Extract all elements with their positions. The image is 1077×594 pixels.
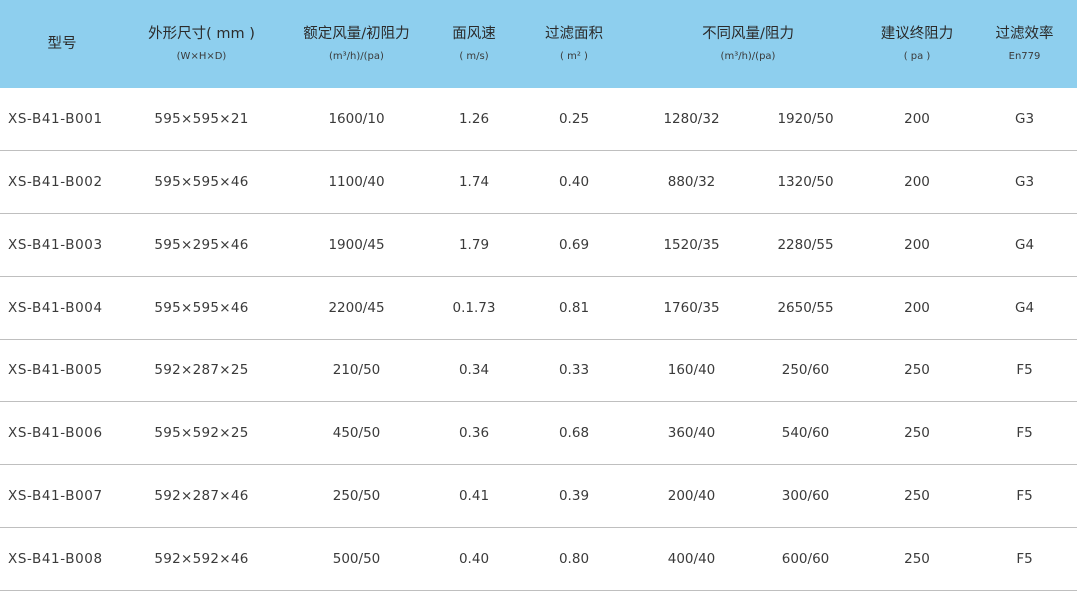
table-row: XS-B41-B001 595×595×21 1600/10 1.26 0.25 1280… — [0, 88, 1077, 151]
cell-efficiency: G3 — [1014, 111, 1035, 128]
header-efficiency: 过滤效率 En779 — [995, 26, 1054, 62]
cell-final-resistance: 250 — [904, 425, 930, 442]
cell-face-velocity: 0.34 — [458, 362, 490, 379]
cell-airflow-resistance-2: 600/60 — [781, 550, 830, 567]
table-row: XS-B41-B007 592×287×46 250/50 0.41 0.39 200/4… — [0, 465, 1077, 528]
cell-filter-area: 0.81 — [558, 299, 590, 316]
cell-filter-area: 0.25 — [558, 111, 590, 128]
cell-size: 595×592×25 — [154, 425, 249, 442]
cell-efficiency: F5 — [1016, 425, 1033, 442]
cell-airflow-resistance-1: 160/40 — [667, 362, 716, 379]
cell-face-velocity: 0.1.73 — [452, 299, 496, 316]
header-final-resistance: 建议终阻力 ( pa ) — [880, 26, 954, 62]
cell-face-velocity: 0.36 — [458, 425, 490, 442]
table-row: XS-B41-B002 595×595×46 1100/40 1.74 0.40 880/… — [0, 151, 1077, 214]
cell-rated-airflow: 1900/45 — [328, 236, 385, 253]
cell-efficiency: F5 — [1016, 550, 1033, 567]
cell-filter-area: 0.68 — [558, 425, 590, 442]
cell-filter-area: 0.40 — [558, 174, 590, 191]
cell-rated-airflow: 2200/45 — [328, 299, 385, 316]
header-face-velocity: 面风速 ( m/s) — [452, 26, 496, 62]
cell-final-resistance: 200 — [904, 299, 930, 316]
cell-final-resistance: 250 — [904, 487, 930, 504]
header-size: 外形尺寸( mm ) (W×H×D) — [148, 26, 255, 62]
cell-airflow-resistance-2: 2650/55 — [777, 299, 834, 316]
table-row: XS-B41-B006 595×592×25 450/50 0.36 0.68 360/4… — [0, 402, 1077, 465]
table-row: XS-B41-B003 595×295×46 1900/45 1.79 0.69 1520… — [0, 214, 1077, 277]
cell-efficiency: F5 — [1016, 487, 1033, 504]
header-model: 型号 — [47, 36, 77, 52]
cell-final-resistance: 200 — [904, 236, 930, 253]
cell-size: 595×595×21 — [154, 111, 249, 128]
table-body: XS-B41-B001 595×595×21 1600/10 1.26 0.25 1280… — [0, 88, 1077, 590]
cell-model: XS-B41-B001 — [8, 111, 103, 128]
cell-size: 592×592×46 — [154, 550, 249, 567]
table-row: XS-B41-B008 592×592×46 500/50 0.40 0.80 400/4… — [0, 527, 1077, 590]
cell-face-velocity: 1.26 — [458, 111, 490, 128]
cell-size: 595×595×46 — [154, 299, 249, 316]
cell-model: XS-B41-B003 — [8, 236, 103, 253]
cell-final-resistance: 250 — [904, 362, 930, 379]
cell-filter-area: 0.39 — [558, 487, 590, 504]
cell-model: XS-B41-B005 — [8, 362, 103, 379]
cell-rated-airflow: 1600/10 — [328, 111, 385, 128]
cell-model: XS-B41-B006 — [8, 425, 103, 442]
cell-airflow-resistance-2: 250/60 — [781, 362, 830, 379]
cell-airflow-resistance-1: 1760/35 — [663, 299, 720, 316]
cell-size: 595×295×46 — [154, 236, 249, 253]
cell-airflow-resistance-1: 400/40 — [667, 550, 716, 567]
cell-size: 592×287×25 — [154, 362, 249, 379]
cell-airflow-resistance-1: 360/40 — [667, 425, 716, 442]
cell-airflow-resistance-1: 1520/35 — [663, 236, 720, 253]
cell-model: XS-B41-B002 — [8, 174, 103, 191]
cell-face-velocity: 0.40 — [458, 550, 490, 567]
cell-face-velocity: 1.74 — [458, 174, 490, 191]
cell-rated-airflow: 450/50 — [332, 425, 381, 442]
header-different-airflow: 不同风量/阻力 (m³/h)/(pa) — [702, 26, 794, 62]
cell-efficiency: G4 — [1014, 299, 1035, 316]
cell-face-velocity: 1.79 — [458, 236, 490, 253]
cell-size: 595×595×46 — [154, 174, 249, 191]
cell-face-velocity: 0.41 — [458, 487, 490, 504]
table-row: XS-B41-B004 595×595×46 2200/45 0.1.73 0.81 17… — [0, 276, 1077, 339]
cell-airflow-resistance-1: 1280/32 — [663, 111, 720, 128]
cell-airflow-resistance-1: 880/32 — [667, 174, 716, 191]
cell-model: XS-B41-B004 — [8, 299, 103, 316]
header-filter-area: 过滤面积 ( m² ) — [545, 26, 603, 62]
cell-rated-airflow: 1100/40 — [328, 174, 385, 191]
cell-size: 592×287×46 — [154, 487, 249, 504]
cell-airflow-resistance-2: 1920/50 — [777, 111, 834, 128]
cell-efficiency: F5 — [1016, 362, 1033, 379]
cell-filter-area: 0.69 — [558, 236, 590, 253]
cell-efficiency: G4 — [1014, 236, 1035, 253]
cell-model: XS-B41-B007 — [8, 487, 103, 504]
cell-airflow-resistance-2: 300/60 — [781, 487, 830, 504]
cell-final-resistance: 200 — [904, 174, 930, 191]
cell-efficiency: G3 — [1014, 174, 1035, 191]
filter-spec-table: 型号 外形尺寸( mm ) (W×H×D) 额定风量/初阻力 (m³/h)/(p… — [0, 0, 1077, 591]
cell-final-resistance: 250 — [904, 550, 930, 567]
cell-airflow-resistance-2: 2280/55 — [777, 236, 834, 253]
table-header-row: 型号 外形尺寸( mm ) (W×H×D) 额定风量/初阻力 (m³/h)/(p… — [0, 0, 1077, 88]
header-rated-airflow: 额定风量/初阻力 (m³/h)/(pa) — [303, 26, 410, 62]
cell-airflow-resistance-2: 1320/50 — [777, 174, 834, 191]
cell-filter-area: 0.33 — [558, 362, 590, 379]
cell-final-resistance: 200 — [904, 111, 930, 128]
cell-airflow-resistance-2: 540/60 — [781, 425, 830, 442]
cell-rated-airflow: 210/50 — [332, 362, 381, 379]
table-row: XS-B41-B005 592×287×25 210/50 0.34 0.33 160/4… — [0, 339, 1077, 402]
cell-airflow-resistance-1: 200/40 — [667, 487, 716, 504]
cell-rated-airflow: 500/50 — [332, 550, 381, 567]
cell-filter-area: 0.80 — [558, 550, 590, 567]
cell-rated-airflow: 250/50 — [332, 487, 381, 504]
cell-model: XS-B41-B008 — [8, 550, 103, 567]
